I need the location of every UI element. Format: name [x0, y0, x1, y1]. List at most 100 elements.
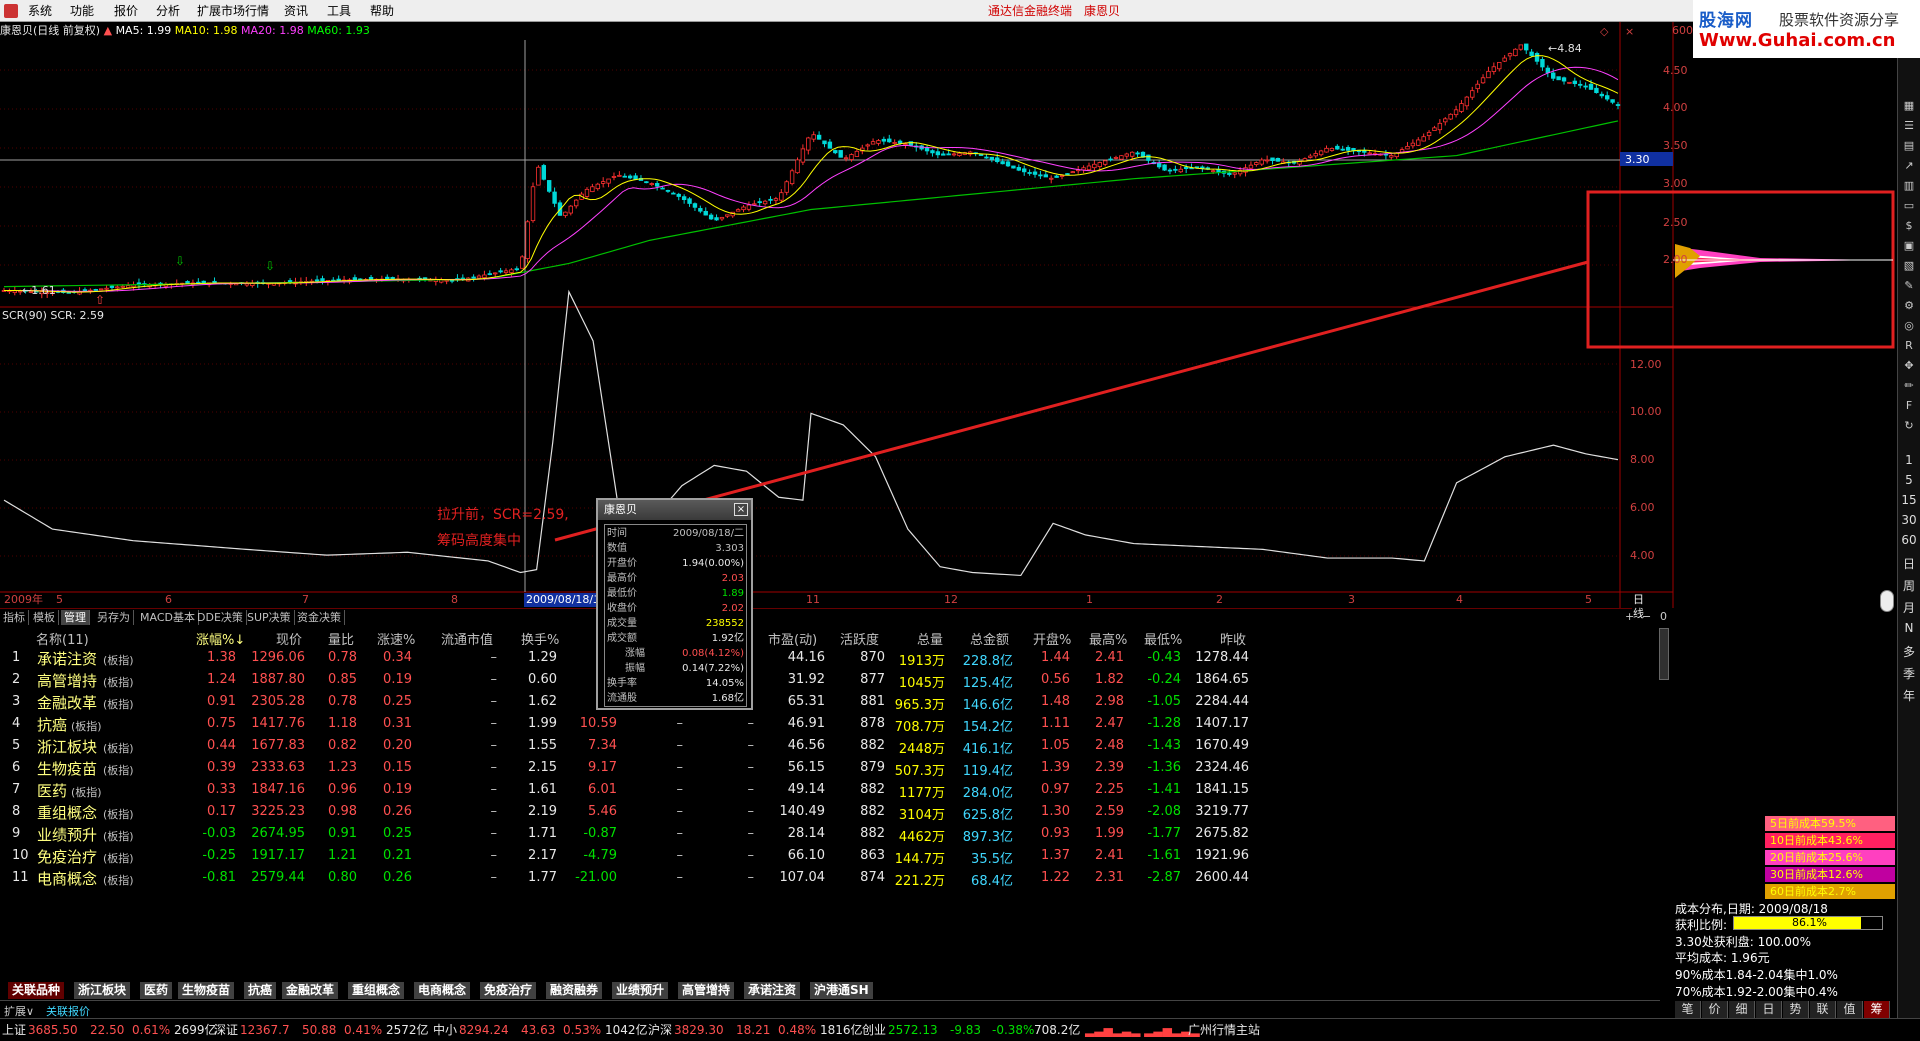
- sector-tab[interactable]: 电商概念: [414, 982, 472, 999]
- menu-tools[interactable]: 工具: [327, 0, 351, 22]
- menu-help[interactable]: 帮助: [370, 0, 394, 22]
- note-icon[interactable]: ✎: [1901, 278, 1917, 294]
- tab-fund[interactable]: 资金决策: [294, 610, 345, 625]
- col-volume[interactable]: 总量: [917, 629, 943, 648]
- table-row[interactable]: 2高管增持(板指)1.241887.800.850.19–0.602331.92…: [0, 669, 1660, 691]
- bar-chart-icon[interactable]: ▥: [1901, 178, 1917, 194]
- period-n[interactable]: N: [1899, 621, 1919, 635]
- server-status[interactable]: 广州行情主站: [1188, 1019, 1260, 1041]
- period-60min[interactable]: 60: [1899, 533, 1919, 547]
- col-high[interactable]: 最高%: [1089, 629, 1127, 648]
- menu-ext-market[interactable]: 扩展市场行情: [197, 0, 269, 22]
- col-turnover[interactable]: 换手%: [521, 629, 559, 648]
- period-5min[interactable]: 5: [1899, 473, 1919, 487]
- col-open[interactable]: 开盘%: [1033, 629, 1071, 648]
- tab-related-products[interactable]: 关联品种: [8, 982, 66, 999]
- cost-tab[interactable]: 值: [1837, 1001, 1863, 1018]
- table-scrollbar[interactable]: [1659, 628, 1669, 680]
- col-low[interactable]: 最低%: [1144, 629, 1182, 648]
- cost-tab[interactable]: 联: [1810, 1001, 1836, 1018]
- finance-icon[interactable]: $: [1901, 218, 1917, 234]
- col-price[interactable]: 现价: [276, 629, 302, 648]
- cost-tab[interactable]: 筹: [1864, 1001, 1890, 1018]
- sector-name[interactable]: 重组概念: [37, 802, 97, 823]
- sector-tab[interactable]: 浙江板块: [74, 982, 132, 999]
- window-icon[interactable]: ▭: [1901, 198, 1917, 214]
- period-quarter[interactable]: 季: [1899, 665, 1919, 682]
- menu-function[interactable]: 功能: [70, 0, 94, 22]
- sector-tab[interactable]: 医药: [140, 982, 174, 999]
- sector-tab[interactable]: 生物疫苗: [178, 982, 236, 999]
- cost-info-popup[interactable]: 康恩贝 × 时间 2009/08/18/二 数值 3.303 开盘价 1.94(0.00%…: [596, 498, 753, 710]
- cost-tab[interactable]: 细: [1729, 1001, 1755, 1018]
- sector-name[interactable]: 免疫治疗: [37, 846, 97, 867]
- period-15min[interactable]: 15: [1899, 493, 1919, 507]
- menu-system[interactable]: 系统: [28, 0, 52, 22]
- tab-template[interactable]: 模板: [30, 610, 59, 625]
- sector-name[interactable]: 业绩预升: [37, 824, 97, 845]
- col-float-cap[interactable]: 流通市值: [441, 629, 493, 648]
- period-30min[interactable]: 30: [1899, 513, 1919, 527]
- line-chart-icon[interactable]: ↗: [1901, 158, 1917, 174]
- menu-analysis[interactable]: 分析: [156, 0, 180, 22]
- sector-tab[interactable]: 重组概念: [348, 982, 406, 999]
- image-icon[interactable]: ▧: [1901, 258, 1917, 274]
- col-vol-ratio[interactable]: 量比: [328, 629, 354, 648]
- popup-header[interactable]: 康恩贝 ×: [598, 500, 751, 520]
- cost-tab[interactable]: 价: [1702, 1001, 1728, 1018]
- tab-dde[interactable]: DDE决策: [194, 610, 247, 625]
- table-row[interactable]: 7 医药 (板指) 0.33 1847.16 0.96 0.19–1.61 6.01– –49.…: [0, 779, 1660, 801]
- col-prev-close[interactable]: 昨收: [1220, 629, 1246, 648]
- zoom-in-button[interactable]: +: [1625, 610, 1634, 623]
- table-row[interactable]: 4 抗癌 (板指) 0.75 1417.76 1.18 0.31–1.99 10.59– –46…: [0, 713, 1660, 735]
- panel-toggle-button[interactable]: 0: [1660, 610, 1667, 623]
- period-year[interactable]: 年: [1899, 687, 1919, 704]
- refresh-icon[interactable]: ↻: [1901, 418, 1917, 434]
- sector-tab[interactable]: 业绩预升: [612, 982, 670, 999]
- sector-name[interactable]: 浙江板块: [37, 736, 97, 757]
- settings-icon[interactable]: ⚙: [1901, 298, 1917, 314]
- sector-name[interactable]: 金融改革: [37, 692, 97, 713]
- menu-quote[interactable]: 报价: [114, 0, 138, 22]
- cost-tab[interactable]: 日: [1756, 1001, 1782, 1018]
- sector-tab[interactable]: 抗癌: [244, 982, 278, 999]
- zoom-out-button[interactable]: −: [1642, 610, 1651, 623]
- related-quote-tab[interactable]: 关联报价: [46, 1003, 90, 1019]
- sector-tab[interactable]: 承诺注资: [744, 982, 802, 999]
- table-row[interactable]: 10 免疫治疗 (板指) -0.25 1917.17 1.21 0.21–2.17 -4.79…: [0, 845, 1660, 867]
- sector-tab[interactable]: 免疫治疗: [480, 982, 538, 999]
- tab-manage[interactable]: 管理: [61, 610, 90, 625]
- list-icon[interactable]: ☰: [1901, 118, 1917, 134]
- sector-tab[interactable]: 高管增持: [678, 982, 736, 999]
- period-1min[interactable]: 1: [1899, 453, 1919, 467]
- sector-name[interactable]: 生物疫苗: [37, 758, 97, 779]
- circle-icon[interactable]: ◎: [1901, 318, 1917, 334]
- menu-info[interactable]: 资讯: [284, 0, 308, 22]
- table-icon[interactable]: ▤: [1901, 138, 1917, 154]
- popup-close-button[interactable]: ×: [734, 503, 748, 516]
- table-row[interactable]: 1承诺注资(板指)1.381296.060.780.34–1.291744.16…: [0, 647, 1660, 669]
- pen-icon[interactable]: ✏: [1901, 378, 1917, 394]
- sector-tab[interactable]: 融资融券: [546, 982, 604, 999]
- f-icon[interactable]: F: [1901, 398, 1917, 414]
- sector-name[interactable]: 抗癌: [37, 714, 67, 735]
- col-name[interactable]: 名称(11): [36, 629, 89, 648]
- period-multi[interactable]: 多: [1899, 643, 1919, 660]
- col-activity[interactable]: 活跃度: [840, 629, 879, 648]
- sector-name[interactable]: 承诺注资: [37, 648, 97, 669]
- table-row[interactable]: 3金融改革(板指)0.912305.280.780.25–1.622065.31…: [0, 691, 1660, 713]
- col-change[interactable]: 涨幅%↓: [196, 629, 245, 648]
- col-pe[interactable]: 市盈(动): [768, 629, 817, 648]
- table-row[interactable]: 8 重组概念 (板指) 0.17 3225.23 0.98 0.26–2.19 5.46– –1…: [0, 801, 1660, 823]
- table-row[interactable]: 9 业绩预升 (板指) -0.03 2674.95 0.91 0.25–1.71 -0.87–…: [0, 823, 1660, 845]
- cost-tab[interactable]: 笔: [1675, 1001, 1701, 1018]
- tab-sup[interactable]: SUP决策: [244, 610, 295, 625]
- expand-button[interactable]: 扩展∨: [4, 1003, 34, 1019]
- cost-tab[interactable]: 势: [1783, 1001, 1809, 1018]
- grid-icon[interactable]: ▦: [1901, 98, 1917, 114]
- sector-name[interactable]: 电商概念: [37, 868, 97, 889]
- table-row[interactable]: 5 浙江板块 (板指) 0.44 1677.83 0.82 0.20–1.55 7.34– –4…: [0, 735, 1660, 757]
- col-amount[interactable]: 总金额: [970, 629, 1009, 648]
- sector-name[interactable]: 高管增持: [37, 670, 97, 691]
- rsi-icon[interactable]: R: [1901, 338, 1917, 354]
